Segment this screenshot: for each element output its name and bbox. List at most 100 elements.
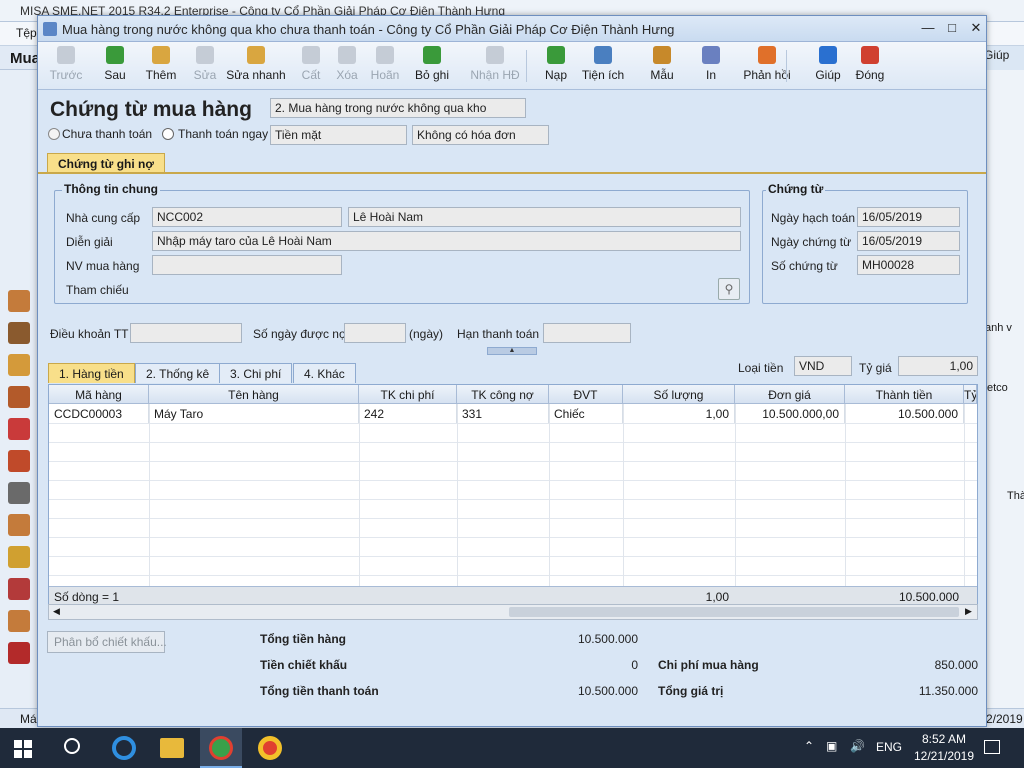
module-icon[interactable] (8, 354, 30, 376)
toolbar-button-print[interactable]: In (696, 46, 726, 86)
doc-type-select[interactable]: 2. Mua hàng trong nước không qua kho (270, 98, 526, 118)
edge-browser-icon[interactable] (112, 736, 136, 760)
module-icon[interactable] (8, 418, 30, 440)
dialog-titlebar[interactable]: Mua hàng trong nước không qua kho chưa t… (38, 16, 986, 42)
table-cell[interactable]: CCDC00003 (49, 404, 149, 423)
grid-horizontal-scrollbar[interactable]: ◀ ▶ (48, 604, 978, 620)
module-icon[interactable] (8, 546, 30, 568)
toolbar-button-unpost[interactable]: Bỏ ghi (412, 46, 452, 86)
invoice-option-select[interactable]: Không có hóa đơn (412, 125, 549, 145)
windows-start-icon[interactable] (14, 740, 32, 758)
toolbar-button-edit[interactable]: Sửa (190, 46, 220, 86)
network-icon[interactable]: ▣ (826, 739, 837, 753)
column-header[interactable]: Đơn giá (735, 385, 845, 404)
toolbar-button-help[interactable]: Giúp (814, 46, 842, 86)
description-field[interactable]: Nhập máy taro của Lê Hoài Nam (152, 231, 741, 251)
radio-unpaid[interactable] (48, 128, 60, 140)
posting-date-field[interactable]: 16/05/2019 (857, 207, 960, 227)
staff-field[interactable] (152, 255, 342, 275)
scroll-thumb[interactable] (509, 607, 959, 617)
toolbar-button-undo[interactable]: Hoãn (368, 46, 402, 86)
table-cell[interactable]: 10.500.000,00 (735, 404, 845, 423)
toolbar-label: In (705, 68, 716, 82)
volume-icon[interactable]: 🔊 (850, 739, 865, 753)
module-icon[interactable] (8, 386, 30, 408)
mail-icon (758, 46, 776, 64)
bg-help[interactable]: Giúp (984, 48, 1009, 62)
file-explorer-icon[interactable] (160, 738, 184, 758)
table-cell[interactable]: 10.500.000 (845, 404, 964, 423)
module-icon[interactable] (8, 482, 30, 504)
misa-taskbar-button[interactable] (200, 728, 242, 768)
maximize-icon[interactable]: □ (942, 19, 962, 37)
close-window-icon[interactable]: ✕ (966, 19, 986, 37)
purchase-cost-value: 850.000 (934, 658, 978, 672)
tab-other[interactable]: 4. Khác (293, 363, 356, 383)
search-icon[interactable] (64, 738, 80, 754)
collapse-toggle-icon[interactable]: ▲ (487, 347, 537, 355)
module-icon[interactable] (8, 322, 30, 344)
terms-field[interactable] (130, 323, 242, 343)
description-label: Diễn giải (66, 235, 113, 249)
clock-date[interactable]: 12/21/2019 (908, 749, 980, 763)
clock-time[interactable]: 8:52 AM (914, 732, 974, 746)
toolbar-button-quick-edit[interactable]: Sửa nhanh (226, 46, 286, 86)
column-header[interactable]: TK chi phí (359, 385, 457, 404)
toolbar-button-mail[interactable]: Phản hồi (742, 46, 792, 86)
language-indicator[interactable]: ENG (876, 740, 902, 754)
chrome-browser-icon[interactable] (258, 736, 282, 760)
toolbar-button-receive-invoice[interactable]: Nhận HĐ (468, 46, 522, 86)
currency-select[interactable]: VND (794, 356, 852, 376)
discount-allocation-button[interactable]: Phân bổ chiết khấu... (47, 631, 167, 653)
module-icon[interactable] (8, 290, 30, 312)
notification-icon[interactable] (984, 740, 1000, 754)
column-header[interactable]: Mã hàng (49, 385, 149, 404)
table-cell[interactable]: 1,00 (623, 404, 735, 423)
reference-search-icon[interactable]: ⚲ (718, 278, 740, 300)
rate-field[interactable]: 1,00 (898, 356, 978, 376)
minimize-icon[interactable]: — (918, 19, 938, 37)
radio-paid[interactable] (162, 128, 174, 140)
module-icon[interactable] (8, 514, 30, 536)
tab-costs[interactable]: 3. Chi phí (219, 363, 293, 383)
tab-statistics[interactable]: 2. Thống kê (135, 363, 221, 383)
module-icon[interactable] (8, 642, 30, 664)
tab-goods-money[interactable]: 1. Hàng tiền (48, 363, 135, 383)
toolbar-button-arrow-right[interactable]: Sau (100, 46, 130, 86)
table-cell[interactable]: Máy Taro (149, 404, 359, 423)
column-header[interactable]: TK công nợ (457, 385, 549, 404)
module-icon[interactable] (8, 578, 30, 600)
grid-col-line (964, 404, 965, 586)
toolbar-button-save[interactable]: Cất (296, 46, 326, 86)
scroll-left-icon[interactable]: ◀ (53, 606, 60, 617)
voucher-no-field[interactable]: MH00028 (857, 255, 960, 275)
days-field[interactable] (344, 323, 406, 343)
payment-method-select[interactable]: Tiền mặt (270, 125, 407, 145)
toolbar-button-add-document[interactable]: Thêm (144, 46, 178, 86)
scroll-right-icon[interactable]: ▶ (965, 606, 972, 617)
column-header[interactable]: Tên hàng (149, 385, 359, 404)
toolbar-button-refresh[interactable]: Nạp (542, 46, 570, 86)
module-icon[interactable] (8, 450, 30, 472)
toolbar-button-arrow-left[interactable]: Trước (48, 46, 84, 86)
menu-file[interactable]: Tệp (16, 26, 37, 40)
toolbar-button-template[interactable]: Mẫu (644, 46, 680, 86)
supplier-name-field[interactable]: Lê Hoài Nam (348, 207, 741, 227)
column-header[interactable]: Tỷ (964, 385, 977, 404)
toolbar-button-close[interactable]: Đóng (852, 46, 888, 86)
column-header[interactable]: Thành tiền (845, 385, 964, 404)
column-header[interactable]: ĐVT (549, 385, 623, 404)
table-cell[interactable]: Chiếc (549, 404, 623, 423)
column-header[interactable]: Số lượng (623, 385, 735, 404)
toolbar-button-tools[interactable]: Tiện ích (580, 46, 626, 86)
module-icon[interactable] (8, 610, 30, 632)
due-date-field[interactable] (543, 323, 631, 343)
tab-voucher-debit[interactable]: Chứng từ ghi nợ (47, 153, 165, 173)
voucher-date-field[interactable]: 16/05/2019 (857, 231, 960, 251)
table-cell[interactable]: 331 (457, 404, 549, 423)
chevron-up-icon[interactable]: ⌃ (804, 739, 814, 753)
toolbar-label: Sửa (193, 68, 217, 82)
table-cell[interactable]: 242 (359, 404, 457, 423)
supplier-code-field[interactable]: NCC002 (152, 207, 342, 227)
toolbar-button-delete[interactable]: Xóa (332, 46, 362, 86)
